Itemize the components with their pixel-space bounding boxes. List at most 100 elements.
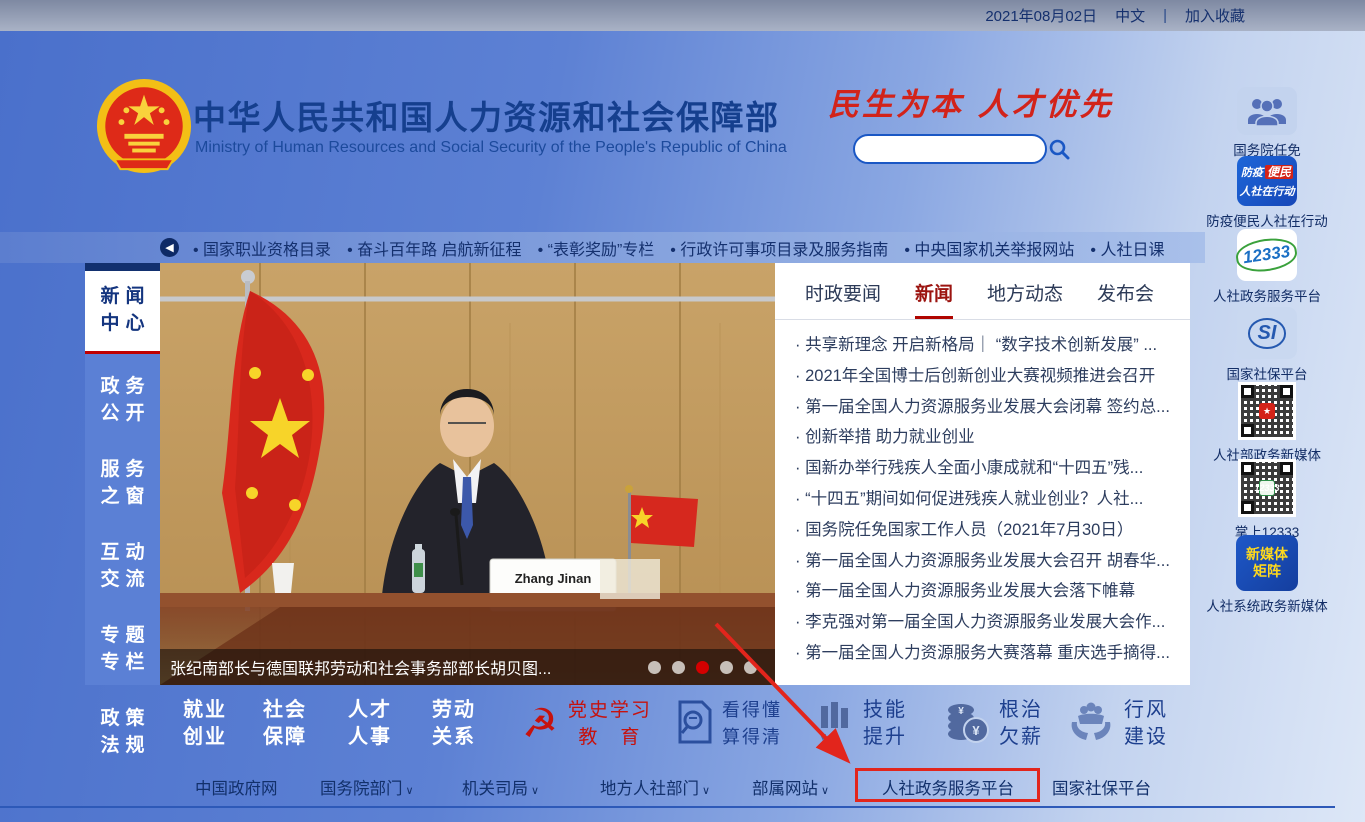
shortcut-talent-personnel[interactable]: 人才人事 <box>348 697 392 751</box>
news-panel: 时政要闻 新闻 地方动态 发布会 共享新理念 开启新格局｜ “数字技术创新发展”… <box>775 263 1190 685</box>
news-list: 共享新理念 开启新格局｜ “数字技术创新发展” ... 2021年全国博士后创新… <box>775 320 1190 669</box>
ticker-item[interactable]: 国家职业资格目录 <box>193 236 331 260</box>
quicklink-state-council-appointments[interactable]: 国务院任免 <box>1192 87 1342 159</box>
nav-item-gov-affairs[interactable]: 政务 公开 <box>85 361 160 437</box>
media-matrix-icon: 新媒体 矩阵 <box>1236 535 1298 591</box>
tab-press-conference[interactable]: 发布会 <box>1097 279 1154 319</box>
link-china-gov[interactable]: 中国政府网 <box>195 775 278 799</box>
carousel-dots <box>648 661 757 674</box>
ticker-item[interactable]: 行政许可事项目录及服务指南 <box>670 236 888 260</box>
news-link[interactable]: 创新举措 助力就业创业 <box>795 422 1176 453</box>
search-icon[interactable] <box>1048 136 1070 162</box>
language-link[interactable]: 中文 <box>1115 5 1145 26</box>
link-affiliated-websites[interactable]: 部属网站∨ <box>752 775 829 799</box>
chevron-down-icon: ∨ <box>702 785 710 797</box>
shortcut-employment[interactable]: 就业创业 <box>183 697 227 751</box>
logo-si-icon: SI <box>1237 307 1297 359</box>
bottom-site-nav: 中国政府网 国务院部门∨ 机关司局∨ 地方人社部门∨ 部属网站∨ 人社政务服务平… <box>0 766 1365 808</box>
news-link[interactable]: 共享新理念 开启新格局｜ “数字技术创新发展” ... <box>795 330 1176 361</box>
nav-item-special-topics[interactable]: 专题 专栏 <box>85 610 160 686</box>
quicklink-mobile-12333[interactable]: 12333 掌上12333 <box>1192 459 1342 541</box>
shortcut-conduct-building[interactable]: 行风建设 <box>1068 697 1168 751</box>
site-title-cn: 中华人民共和国人力资源和社会保障部 <box>193 91 780 139</box>
nav-item-interaction[interactable]: 互动 交流 <box>85 527 160 603</box>
calligraphy-slogan: 民生为本 人才优先 <box>828 79 1114 124</box>
quicklink-12333-platform[interactable]: 12333 人社政务服务平台 <box>1192 229 1342 305</box>
meeting-photo <box>160 263 775 685</box>
site-title-en: Ministry of Human Resources and Social S… <box>195 139 787 157</box>
quicklink-ministry-new-media[interactable]: ★ 人社部政务新媒体 <box>1192 382 1342 464</box>
nav-cap <box>85 263 160 271</box>
carousel-caption: 张纪南部长与德国联邦劳动和社会事务部部长胡贝图... <box>170 655 551 679</box>
logo-12333-icon: 12333 <box>1237 229 1297 281</box>
doc-magnifier-icon <box>676 700 712 749</box>
qr-code-icon: ★ <box>1238 382 1296 440</box>
separator: | <box>1163 7 1167 24</box>
national-emblem-logo <box>95 77 193 175</box>
link-local-hrss-departments[interactable]: 地方人社部门∨ <box>600 775 710 799</box>
shortcut-social-security[interactable]: 社会保障 <box>263 697 307 751</box>
shortcut-skill-upgrading[interactable]: 技能提升 <box>815 697 907 751</box>
site-header: 中华人民共和国人力资源和社会保障部 Ministry of Human Reso… <box>0 31 1365 231</box>
tab-news[interactable]: 新闻 <box>915 279 953 319</box>
quicklink-covid-convenience[interactable]: 防疫便民 人社在行动 防疫便民人社在行动 <box>1192 156 1342 230</box>
current-date: 2021年08月02日 <box>985 5 1097 26</box>
bottom-divider <box>0 806 1335 808</box>
ticker-item[interactable]: “表彰奖励”专栏 <box>538 236 655 260</box>
link-state-council-departments[interactable]: 国务院部门∨ <box>320 775 414 799</box>
nameplate-label: Zhang Jinan <box>498 571 608 586</box>
hands-care-icon <box>1068 700 1114 749</box>
news-tabs: 时政要闻 新闻 地方动态 发布会 <box>775 263 1190 320</box>
party-emblem-icon: ☭ <box>522 704 558 744</box>
coins-icon: ¥ ¥ <box>945 700 989 749</box>
hrss-gov-homepage: 2021年08月02日 中文 | 加入收藏 中华人民共和国人力资源和社会保障部 … <box>0 0 1365 822</box>
carousel-dot-1[interactable] <box>648 661 661 674</box>
people-group-icon <box>1237 87 1297 135</box>
link-hrss-service-platform[interactable]: 人社政务服务平台 <box>882 775 1014 799</box>
chevron-down-icon: ∨ <box>821 785 829 797</box>
news-link[interactable]: 第一届全国人力资源服务业发展大会召开 胡春华... <box>795 546 1176 577</box>
quicklink-social-insurance-platform[interactable]: SI 国家社保平台 <box>1192 307 1342 383</box>
tab-current-politics[interactable]: 时政要闻 <box>805 279 881 319</box>
chevron-down-icon: ∨ <box>406 785 414 797</box>
news-link[interactable]: 国新办举行残疾人全面小康成就和“十四五”残... <box>795 453 1176 484</box>
search-input[interactable] <box>867 138 1048 160</box>
news-link[interactable]: 2021年全国博士后创新创业大赛视频推进会召开 <box>795 361 1176 392</box>
news-link[interactable]: 李克强对第一届全国人力资源服务业发展大会作... <box>795 607 1176 638</box>
chevron-down-icon: ∨ <box>531 785 539 797</box>
qr-code-icon: 12333 <box>1238 459 1296 517</box>
svg-text:¥: ¥ <box>958 706 964 717</box>
left-section-nav: 新闻 中心 政务 公开 服务 之窗 互动 交流 专题 专栏 政策 法规 <box>85 263 160 685</box>
shortcut-party-history-study[interactable]: ☭ 党史学习教 育 <box>522 697 652 751</box>
covid-banner-icon: 防疫便民 人社在行动 <box>1237 156 1297 206</box>
top-utility-bar: 2021年08月02日 中文 | 加入收藏 <box>0 0 1365 31</box>
ticker-item[interactable]: 中央国家机关举报网站 <box>904 236 1074 260</box>
shortcut-wage-arrears[interactable]: ¥ ¥ 根治欠薪 <box>945 697 1043 751</box>
shortcut-understand-calculate[interactable]: 看得懂算得清 <box>676 697 782 751</box>
news-link[interactable]: 第一届全国人力资源服务大赛落幕 重庆选手摘得... <box>795 638 1176 669</box>
link-national-social-insurance-platform[interactable]: 国家社保平台 <box>1052 775 1151 799</box>
site-search <box>853 134 1047 164</box>
carousel-dot-4[interactable] <box>720 661 733 674</box>
carousel-dot-2[interactable] <box>672 661 685 674</box>
news-link[interactable]: 第一届全国人力资源服务业发展大会落下帷幕 <box>795 576 1176 607</box>
photo-carousel[interactable]: Zhang Jinan 张纪南部长与德国联邦劳动和社会事务部部长胡贝图... <box>160 263 775 685</box>
news-link[interactable]: “十四五”期间如何促进残疾人就业创业？人社... <box>795 484 1176 515</box>
ticker-item[interactable]: 人社日课 <box>1090 236 1164 260</box>
quicklink-system-new-media[interactable]: 新媒体 矩阵 人社系统政务新媒体 <box>1192 535 1342 615</box>
ticker-item[interactable]: 奋斗百年路 启航新征程 <box>347 236 522 260</box>
news-link[interactable]: 国务院任免国家工作人员（2021年7月30日） <box>795 515 1176 546</box>
ticker-back-icon[interactable]: ◀ <box>160 238 179 257</box>
link-agency-bureaus[interactable]: 机关司局∨ <box>462 775 539 799</box>
svg-text:¥: ¥ <box>972 723 980 738</box>
tab-local-updates[interactable]: 地方动态 <box>987 279 1063 319</box>
news-ticker: ◀ 国家职业资格目录 奋斗百年路 启航新征程 “表彰奖励”专栏 行政许可事项目录… <box>0 232 1205 263</box>
carousel-dot-5[interactable] <box>744 661 757 674</box>
add-favorite-link[interactable]: 加入收藏 <box>1185 5 1245 26</box>
bottom-shortcut-row: 就业创业 社会保障 人才人事 劳动关系 ☭ 党史学习教 育 <box>0 685 1365 770</box>
shortcut-labor-relations[interactable]: 劳动关系 <box>432 697 476 751</box>
carousel-dot-3-active[interactable] <box>696 661 709 674</box>
nav-item-service-window[interactable]: 服务 之窗 <box>85 444 160 520</box>
news-link[interactable]: 第一届全国人力资源服务业发展大会闭幕 签约总... <box>795 392 1176 423</box>
nav-item-news-center[interactable]: 新闻 中心 <box>85 271 160 354</box>
